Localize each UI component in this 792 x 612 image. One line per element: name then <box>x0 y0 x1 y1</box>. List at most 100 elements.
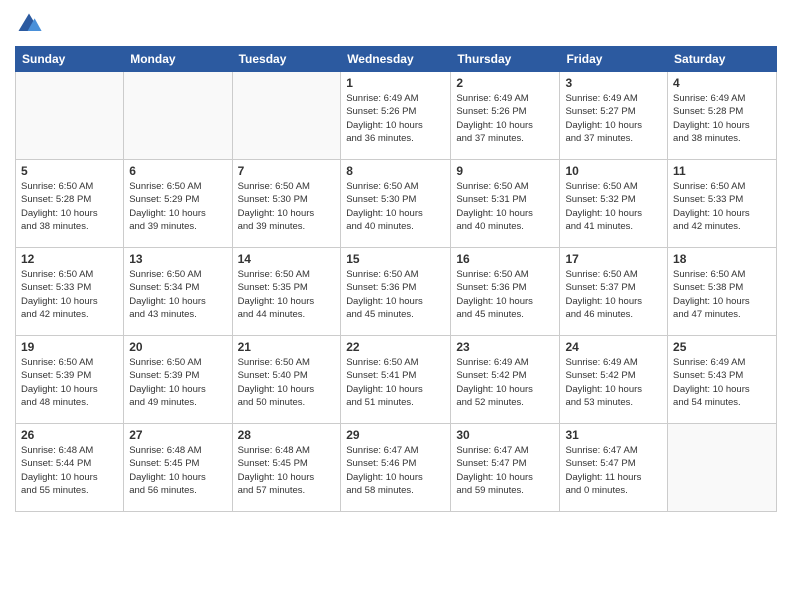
day-info: Sunrise: 6:49 AM Sunset: 5:43 PM Dayligh… <box>673 356 771 409</box>
day-cell-11: 11Sunrise: 6:50 AM Sunset: 5:33 PM Dayli… <box>668 160 777 248</box>
day-cell-28: 28 Sunrise: 6:48 AM Sunset: 5:45 PM Dayli… <box>232 424 341 512</box>
day-info: Sunrise: 6:50 AM Sunset: 5:41 PM Dayligh… <box>346 356 445 409</box>
empty-cell <box>124 72 232 160</box>
day-number: 23 <box>456 340 554 354</box>
day-info: Sunrise: 6:50 AM Sunset: 5:40 PM Dayligh… <box>238 356 336 409</box>
day-cell-15: 15Sunrise: 6:50 AM Sunset: 5:36 PM Dayli… <box>341 248 451 336</box>
day-number: 8 <box>346 164 445 178</box>
day-cell-16: 16 Sunrise: 6:50 AM Sunset: 5:36 PM Dayli… <box>451 248 560 336</box>
day-header-wednesday: Wednesday <box>341 47 451 72</box>
day-cell-3: 3Sunrise: 6:49 AM Sunset: 5:27 PM Daylig… <box>560 72 668 160</box>
day-cell-18: 18Sunrise: 6:50 AM Sunset: 5:38 PM Dayli… <box>668 248 777 336</box>
day-number: 31 <box>565 428 662 442</box>
day-cell-9: 9Sunrise: 6:50 AM Sunset: 5:31 PM Daylig… <box>451 160 560 248</box>
day-number: 14 <box>238 252 336 266</box>
day-info: Sunrise: 6:50 AM Sunset: 5:35 PM Dayligh… <box>238 268 336 321</box>
day-info: Sunrise: 6:49 AM Sunset: 5:26 PM Dayligh… <box>346 92 445 145</box>
day-number: 4 <box>673 76 771 90</box>
day-number: 19 <box>21 340 118 354</box>
day-info: Sunrise: 6:49 AM Sunset: 5:26 PM Dayligh… <box>456 92 554 145</box>
day-cell-27: 27 Sunrise: 6:48 AM Sunset: 5:45 PM Dayli… <box>124 424 232 512</box>
day-info: Sunrise: 6:50 AM Sunset: 5:34 PM Dayligh… <box>129 268 226 321</box>
day-number: 3 <box>565 76 662 90</box>
day-number: 10 <box>565 164 662 178</box>
day-info: Sunrise: 6:50 AM Sunset: 5:38 PM Dayligh… <box>673 268 771 321</box>
day-number: 27 <box>129 428 226 442</box>
day-number: 15 <box>346 252 445 266</box>
day-number: 28 <box>238 428 336 442</box>
day-header-thursday: Thursday <box>451 47 560 72</box>
day-number: 11 <box>673 164 771 178</box>
day-number: 12 <box>21 252 118 266</box>
day-info: Sunrise: 6:47 AM Sunset: 5:47 PM Dayligh… <box>565 444 662 497</box>
day-info: Sunrise: 6:50 AM Sunset: 5:29 PM Dayligh… <box>129 180 226 233</box>
day-cell-6: 6 Sunrise: 6:50 AM Sunset: 5:29 PM Daylig… <box>124 160 232 248</box>
day-cell-20: 20 Sunrise: 6:50 AM Sunset: 5:39 PM Dayli… <box>124 336 232 424</box>
day-cell-2: 2Sunrise: 6:49 AM Sunset: 5:26 PM Daylig… <box>451 72 560 160</box>
calendar: SundayMondayTuesdayWednesdayThursdayFrid… <box>15 46 777 512</box>
day-cell-22: 22Sunrise: 6:50 AM Sunset: 5:41 PM Dayli… <box>341 336 451 424</box>
day-number: 17 <box>565 252 662 266</box>
day-cell-25: 25 Sunrise: 6:49 AM Sunset: 5:43 PM Dayli… <box>668 336 777 424</box>
day-number: 7 <box>238 164 336 178</box>
day-info: Sunrise: 6:50 AM Sunset: 5:33 PM Dayligh… <box>21 268 118 321</box>
day-header-monday: Monday <box>124 47 232 72</box>
day-number: 20 <box>129 340 226 354</box>
day-cell-7: 7 Sunrise: 6:50 AM Sunset: 5:30 PM Daylig… <box>232 160 341 248</box>
day-header-tuesday: Tuesday <box>232 47 341 72</box>
logo <box>15 10 47 38</box>
week-row-5: 26 Sunrise: 6:48 AM Sunset: 5:44 PM Dayli… <box>16 424 777 512</box>
week-row-3: 12 Sunrise: 6:50 AM Sunset: 5:33 PM Dayli… <box>16 248 777 336</box>
week-row-1: 1 Sunrise: 6:49 AM Sunset: 5:26 PM Daylig… <box>16 72 777 160</box>
day-number: 13 <box>129 252 226 266</box>
empty-cell <box>668 424 777 512</box>
day-number: 24 <box>565 340 662 354</box>
day-cell-21: 21 Sunrise: 6:50 AM Sunset: 5:40 PM Dayli… <box>232 336 341 424</box>
empty-cell <box>232 72 341 160</box>
day-cell-26: 26 Sunrise: 6:48 AM Sunset: 5:44 PM Dayli… <box>16 424 124 512</box>
day-cell-31: 31 Sunrise: 6:47 AM Sunset: 5:47 PM Dayli… <box>560 424 668 512</box>
day-info: Sunrise: 6:50 AM Sunset: 5:32 PM Dayligh… <box>565 180 662 233</box>
day-cell-30: 30Sunrise: 6:47 AM Sunset: 5:47 PM Dayli… <box>451 424 560 512</box>
day-info: Sunrise: 6:50 AM Sunset: 5:30 PM Dayligh… <box>238 180 336 233</box>
day-cell-23: 23 Sunrise: 6:49 AM Sunset: 5:42 PM Dayli… <box>451 336 560 424</box>
day-cell-29: 29Sunrise: 6:47 AM Sunset: 5:46 PM Dayli… <box>341 424 451 512</box>
day-info: Sunrise: 6:47 AM Sunset: 5:46 PM Dayligh… <box>346 444 445 497</box>
day-number: 1 <box>346 76 445 90</box>
day-info: Sunrise: 6:49 AM Sunset: 5:42 PM Dayligh… <box>565 356 662 409</box>
day-info: Sunrise: 6:48 AM Sunset: 5:44 PM Dayligh… <box>21 444 118 497</box>
day-number: 16 <box>456 252 554 266</box>
logo-icon <box>15 10 43 38</box>
day-cell-4: 4Sunrise: 6:49 AM Sunset: 5:28 PM Daylig… <box>668 72 777 160</box>
day-cell-14: 14 Sunrise: 6:50 AM Sunset: 5:35 PM Dayli… <box>232 248 341 336</box>
day-number: 6 <box>129 164 226 178</box>
day-info: Sunrise: 6:50 AM Sunset: 5:39 PM Dayligh… <box>129 356 226 409</box>
day-info: Sunrise: 6:50 AM Sunset: 5:39 PM Dayligh… <box>21 356 118 409</box>
week-row-4: 19 Sunrise: 6:50 AM Sunset: 5:39 PM Dayli… <box>16 336 777 424</box>
day-info: Sunrise: 6:48 AM Sunset: 5:45 PM Dayligh… <box>129 444 226 497</box>
day-number: 5 <box>21 164 118 178</box>
day-cell-5: 5 Sunrise: 6:50 AM Sunset: 5:28 PM Daylig… <box>16 160 124 248</box>
day-cell-10: 10 Sunrise: 6:50 AM Sunset: 5:32 PM Dayli… <box>560 160 668 248</box>
page: SundayMondayTuesdayWednesdayThursdayFrid… <box>0 0 792 612</box>
day-cell-8: 8 Sunrise: 6:50 AM Sunset: 5:30 PM Daylig… <box>341 160 451 248</box>
day-info: Sunrise: 6:49 AM Sunset: 5:42 PM Dayligh… <box>456 356 554 409</box>
day-number: 21 <box>238 340 336 354</box>
day-cell-12: 12 Sunrise: 6:50 AM Sunset: 5:33 PM Dayli… <box>16 248 124 336</box>
day-cell-13: 13 Sunrise: 6:50 AM Sunset: 5:34 PM Dayli… <box>124 248 232 336</box>
day-cell-24: 24 Sunrise: 6:49 AM Sunset: 5:42 PM Dayli… <box>560 336 668 424</box>
day-info: Sunrise: 6:50 AM Sunset: 5:36 PM Dayligh… <box>456 268 554 321</box>
day-info: Sunrise: 6:50 AM Sunset: 5:30 PM Dayligh… <box>346 180 445 233</box>
day-cell-17: 17Sunrise: 6:50 AM Sunset: 5:37 PM Dayli… <box>560 248 668 336</box>
header <box>15 10 777 38</box>
day-cell-1: 1 Sunrise: 6:49 AM Sunset: 5:26 PM Daylig… <box>341 72 451 160</box>
day-number: 26 <box>21 428 118 442</box>
day-header-friday: Friday <box>560 47 668 72</box>
empty-cell <box>16 72 124 160</box>
day-info: Sunrise: 6:50 AM Sunset: 5:28 PM Dayligh… <box>21 180 118 233</box>
days-header-row: SundayMondayTuesdayWednesdayThursdayFrid… <box>16 47 777 72</box>
day-number: 25 <box>673 340 771 354</box>
week-row-2: 5 Sunrise: 6:50 AM Sunset: 5:28 PM Daylig… <box>16 160 777 248</box>
day-number: 9 <box>456 164 554 178</box>
day-info: Sunrise: 6:48 AM Sunset: 5:45 PM Dayligh… <box>238 444 336 497</box>
